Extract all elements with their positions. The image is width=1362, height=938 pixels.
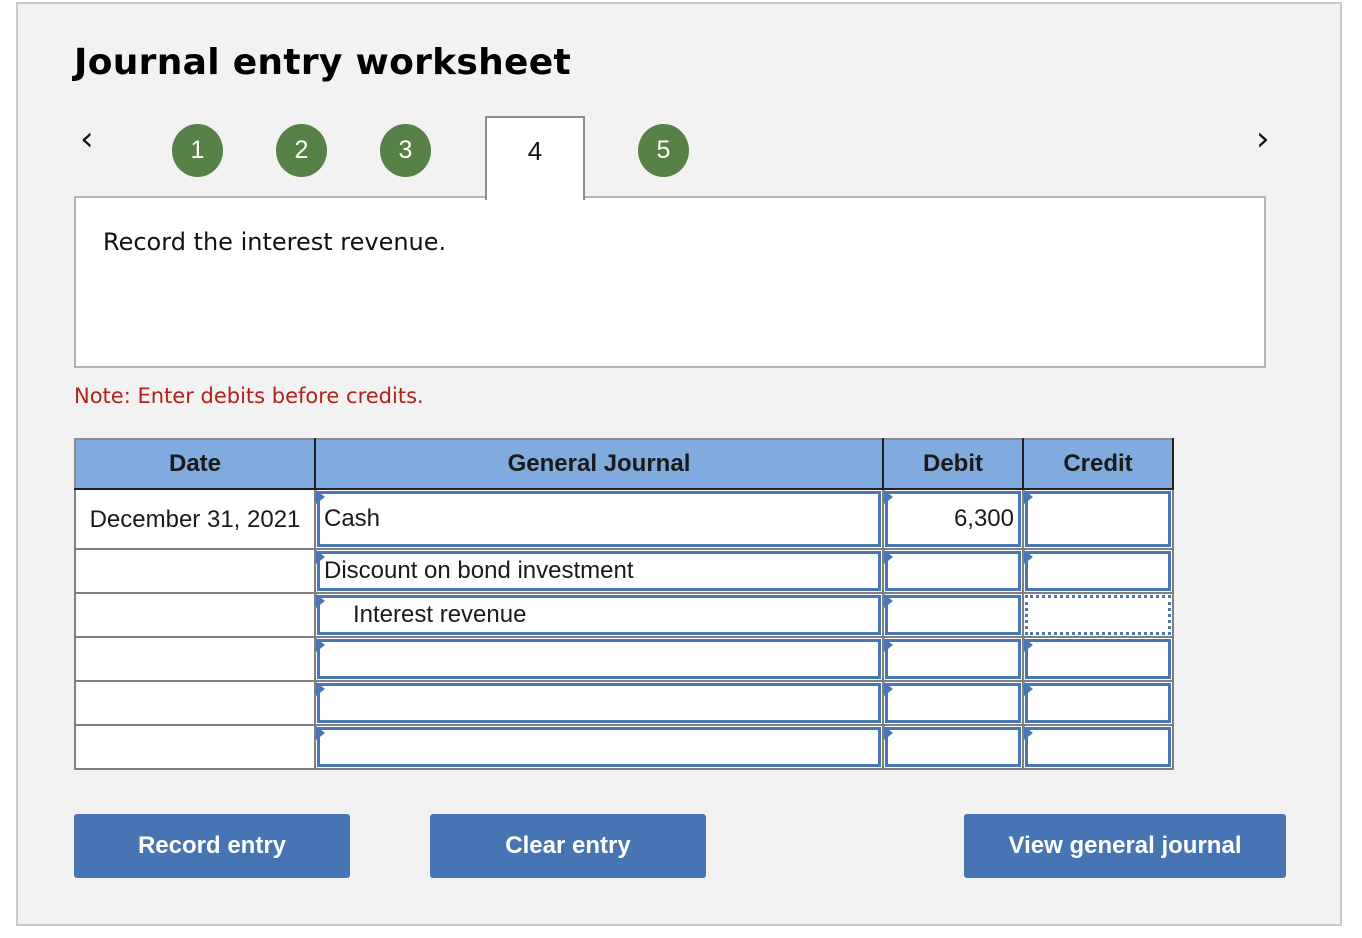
step-1-button[interactable]: 1 xyxy=(172,124,223,177)
dropdown-marker-icon xyxy=(316,726,325,740)
clear-entry-button[interactable]: Clear entry xyxy=(430,814,706,878)
dropdown-marker-icon xyxy=(884,594,893,608)
credit-cell xyxy=(1022,548,1174,594)
credit-cell xyxy=(1022,724,1174,770)
date-cell xyxy=(74,592,316,638)
dropdown-marker-icon xyxy=(884,550,893,564)
credit-input[interactable] xyxy=(1025,727,1171,767)
dropdown-marker-icon xyxy=(316,682,325,696)
account-cell xyxy=(314,636,884,682)
credit-input-focused[interactable] xyxy=(1025,595,1171,635)
record-entry-button[interactable]: Record entry xyxy=(74,814,350,878)
column-header-date: Date xyxy=(74,438,316,490)
dropdown-marker-icon xyxy=(1024,490,1033,504)
date-cell xyxy=(74,680,316,726)
note-text: Note: Enter debits before credits. xyxy=(74,384,424,408)
step-2-button[interactable]: 2 xyxy=(276,124,327,177)
dropdown-marker-icon xyxy=(884,726,893,740)
view-general-journal-button[interactable]: View general journal xyxy=(964,814,1286,878)
debit-cell xyxy=(882,548,1024,594)
step-3-button[interactable]: 3 xyxy=(380,124,431,177)
journal-row: December 31, 2021 Cash 6,300 xyxy=(74,488,1174,550)
instruction-box: Record the interest revenue. xyxy=(74,196,1266,368)
debit-input[interactable] xyxy=(885,551,1021,591)
debit-input[interactable] xyxy=(885,727,1021,767)
dropdown-marker-icon xyxy=(1024,550,1033,564)
column-header-credit: Credit xyxy=(1022,438,1174,490)
debit-cell xyxy=(882,724,1024,770)
credit-cell xyxy=(1022,488,1174,550)
debit-input[interactable] xyxy=(885,639,1021,679)
journal-row: Discount on bond investment xyxy=(74,548,1174,594)
dropdown-marker-icon xyxy=(1024,726,1033,740)
column-header-debit: Debit xyxy=(882,438,1024,490)
dropdown-marker-icon xyxy=(316,550,325,564)
journal-row xyxy=(74,636,1174,682)
column-header-general-journal: General Journal xyxy=(314,438,884,490)
step-4-label: 4 xyxy=(527,136,543,166)
credit-input[interactable] xyxy=(1025,683,1171,723)
account-cell xyxy=(314,724,884,770)
step-4-tab-active[interactable]: 4 xyxy=(485,116,585,200)
debit-cell xyxy=(882,680,1024,726)
journal-row xyxy=(74,724,1174,770)
account-input[interactable] xyxy=(317,639,881,679)
credit-cell xyxy=(1022,636,1174,682)
date-cell: December 31, 2021 xyxy=(74,488,316,550)
debit-cell xyxy=(882,592,1024,638)
account-cell xyxy=(314,680,884,726)
journal-header-row: Date General Journal Debit Credit xyxy=(74,438,1174,490)
dropdown-marker-icon xyxy=(884,682,893,696)
journal-row xyxy=(74,680,1174,726)
debit-input[interactable] xyxy=(885,595,1021,635)
credit-input[interactable] xyxy=(1025,551,1171,591)
account-cell: Discount on bond investment xyxy=(314,548,884,594)
chevron-left-icon[interactable]: ‹ xyxy=(80,122,94,156)
chevron-right-icon[interactable]: › xyxy=(1256,122,1270,156)
credit-input[interactable] xyxy=(1025,491,1171,547)
dropdown-marker-icon xyxy=(1024,638,1033,652)
debit-cell xyxy=(882,636,1024,682)
dropdown-marker-icon xyxy=(316,638,325,652)
account-cell: Interest revenue xyxy=(314,592,884,638)
debit-input[interactable] xyxy=(885,683,1021,723)
step-5-button[interactable]: 5 xyxy=(638,124,689,177)
account-input[interactable]: Discount on bond investment xyxy=(317,551,881,591)
journal-table: Date General Journal Debit Credit Decemb… xyxy=(74,438,1174,770)
dropdown-marker-icon xyxy=(316,490,325,504)
dropdown-marker-icon xyxy=(1024,682,1033,696)
date-cell xyxy=(74,724,316,770)
account-input[interactable]: Cash xyxy=(317,491,881,547)
instruction-text: Record the interest revenue. xyxy=(103,228,447,256)
page-title: Journal entry worksheet xyxy=(74,42,571,83)
dropdown-marker-icon xyxy=(884,490,893,504)
debit-input[interactable]: 6,300 xyxy=(885,491,1021,547)
credit-cell xyxy=(1022,592,1174,638)
credit-input[interactable] xyxy=(1025,639,1171,679)
account-input[interactable]: Interest revenue xyxy=(317,595,881,635)
debit-cell: 6,300 xyxy=(882,488,1024,550)
dropdown-marker-icon xyxy=(316,594,325,608)
date-cell xyxy=(74,548,316,594)
account-input[interactable] xyxy=(317,683,881,723)
account-cell: Cash xyxy=(314,488,884,550)
dropdown-marker-icon xyxy=(884,638,893,652)
journal-row: Interest revenue xyxy=(74,592,1174,638)
date-cell xyxy=(74,636,316,682)
credit-cell xyxy=(1022,680,1174,726)
account-input[interactable] xyxy=(317,727,881,767)
